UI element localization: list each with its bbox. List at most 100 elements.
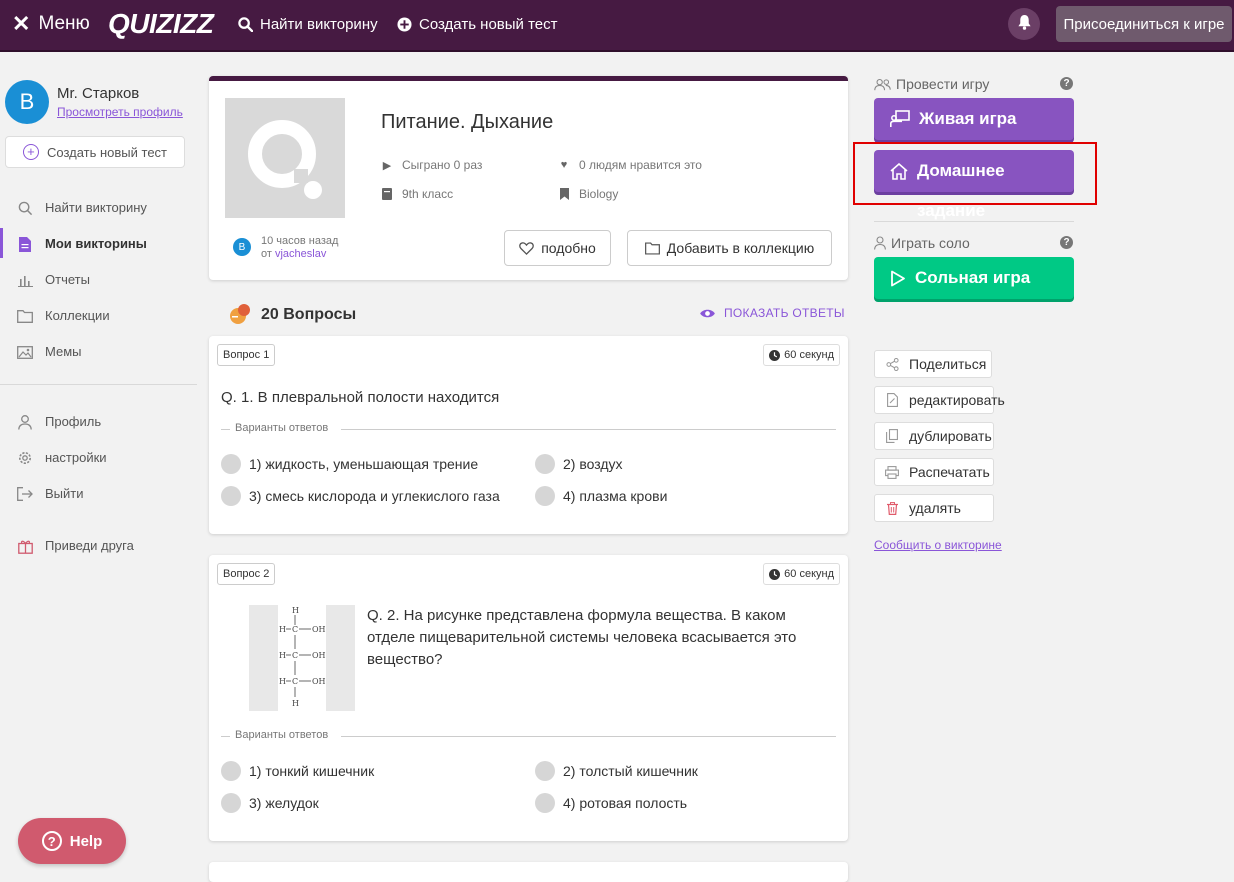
sidebar-item-reports[interactable]: Отчеты: [0, 261, 197, 297]
help-question-icon[interactable]: ?: [1060, 236, 1073, 249]
option-bullet: [535, 454, 555, 474]
sidebar-item-collections[interactable]: Коллекции: [0, 297, 197, 333]
sidebar-item-label: Мои викторины: [45, 235, 147, 251]
menu-label: Меню: [38, 13, 90, 34]
svg-text:C: C: [292, 651, 298, 660]
user-name: Mr. Старков: [57, 85, 140, 102]
presentation-icon: [890, 110, 910, 128]
question-card-next: [209, 862, 848, 882]
svg-text:H: H: [279, 625, 286, 634]
find-quiz-label: Найти викторину: [260, 15, 378, 33]
edit-button[interactable]: редактировать: [874, 386, 1005, 414]
questions-count: 20 Вопросы: [261, 306, 357, 323]
find-quiz-link[interactable]: Найти викторину: [236, 0, 378, 48]
sidebar-item-label: Отчеты: [45, 271, 90, 287]
svg-text:C: C: [292, 677, 298, 686]
option-bullet: [535, 486, 555, 506]
delete-button[interactable]: удалять: [874, 494, 994, 522]
likes-count: ♥ 0 людям нравится это: [558, 158, 702, 172]
sidebar-item-label: Мемы: [45, 343, 82, 359]
question-time-badge: 60 секунд: [763, 563, 840, 585]
question-text: Q. 2. На рисунке представлена формула ве…: [367, 607, 797, 668]
question-number-tag: Вопрос 2: [217, 563, 276, 585]
create-new-test-label: Создать новый тест: [46, 144, 168, 160]
right-panel-divider: [874, 221, 1074, 222]
join-game-button[interactable]: Присоединиться к игре: [1056, 6, 1232, 42]
image-icon: [16, 343, 34, 361]
sidebar-item-invite-friend[interactable]: Приведи друга: [0, 527, 197, 563]
sidebar-item-label: Коллекции: [45, 307, 110, 323]
help-question-icon[interactable]: ?: [1060, 77, 1073, 90]
answer-option: 2) толстый кишечник: [535, 761, 698, 781]
author-link[interactable]: vjacheslav: [275, 248, 326, 260]
author-info: 10 часов назад от vjacheslav: [261, 235, 338, 261]
play-icon: ▶: [382, 159, 392, 172]
sidebar-item-label: Найти викторину: [45, 199, 147, 215]
print-button[interactable]: Распечатать: [874, 458, 994, 486]
gear-icon: [16, 449, 34, 467]
quiz-info-card: Питание. Дыхание ▶ Сыграно 0 раз ♥ 0 люд…: [209, 76, 848, 280]
menu-button[interactable]: ✕ Меню: [12, 0, 90, 48]
plus-circle-icon: +: [22, 144, 39, 160]
close-icon: ✕: [12, 11, 31, 36]
sidebar-item-memes[interactable]: Мемы: [0, 333, 197, 369]
book-icon: [381, 188, 393, 200]
duplicate-button[interactable]: дублировать: [874, 422, 994, 450]
played-count: ▶ Сыграно 0 раз: [382, 158, 483, 172]
live-game-button[interactable]: Живая игра: [874, 98, 1074, 140]
answer-option: 1) жидкость, уменьшающая трение: [221, 454, 478, 474]
search-icon: [16, 199, 34, 217]
svg-text:C: C: [292, 625, 298, 634]
question-card: Вопрос 2 60 секунд H H C OH H C OH H C OH: [209, 555, 848, 841]
option-bullet: [535, 793, 555, 813]
printer-icon: [885, 465, 899, 479]
share-button[interactable]: Поделиться: [874, 350, 992, 378]
bell-icon: [1017, 14, 1032, 35]
solo-game-button[interactable]: Сольная игра: [874, 257, 1074, 299]
by-label: от: [261, 248, 272, 260]
glycerol-structure-image: H H C OH H C OH H C OH H: [279, 606, 326, 708]
like-label: подобно: [541, 240, 596, 256]
notifications-button[interactable]: [1008, 8, 1040, 40]
add-to-collection-label: Добавить в коллекцию: [666, 240, 815, 256]
share-icon: [885, 357, 899, 371]
sidebar-divider: [0, 384, 197, 385]
show-answers-button[interactable]: ПОКАЗАТЬ ОТВЕТЫ: [699, 306, 845, 320]
show-answers-label: ПОКАЗАТЬ ОТВЕТЫ: [724, 306, 845, 320]
answer-options-label: Варианты ответов: [221, 729, 836, 743]
question-card: Вопрос 1 60 секунд Q. 1. В плевральной п…: [209, 336, 848, 534]
clock-icon: [769, 568, 781, 580]
help-label: Help: [69, 832, 103, 850]
svg-text:OH: OH: [312, 625, 326, 634]
help-button[interactable]: ? Help: [18, 818, 126, 864]
sidebar-item-find-quiz[interactable]: Найти викторину: [0, 189, 197, 225]
logout-icon: [16, 485, 34, 503]
sidebar-item-my-quizzes[interactable]: Мои викторины: [0, 225, 197, 261]
play-icon: [890, 270, 906, 287]
svg-text:H: H: [279, 677, 286, 686]
document-icon: [16, 235, 34, 253]
user-avatar[interactable]: B: [5, 80, 49, 124]
create-new-test-button[interactable]: + Создать новый тест: [5, 136, 185, 168]
report-quiz-link[interactable]: Сообщить о викторине: [874, 538, 1002, 552]
folder-icon: [644, 241, 660, 255]
formula-image[interactable]: H H C OH H C OH H C OH H: [249, 605, 355, 711]
like-button[interactable]: подобно: [504, 230, 611, 266]
option-bullet: [221, 761, 241, 781]
sidebar-item-settings[interactable]: настройки: [0, 439, 197, 475]
create-test-link[interactable]: Создать новый тест: [395, 0, 558, 48]
answer-options-label: Варианты ответов: [221, 422, 836, 436]
answer-option: 4) плазма крови: [535, 486, 667, 506]
question-time-badge: 60 секунд: [763, 344, 840, 366]
eye-icon: [699, 308, 716, 319]
quizizz-logo[interactable]: QUIZIZZ: [108, 0, 214, 48]
sidebar-nav-account: Профиль настройки Выйти: [0, 403, 197, 511]
add-to-collection-button[interactable]: Добавить в коллекцию: [627, 230, 832, 266]
bar-chart-icon: [16, 271, 34, 289]
heart-icon: ♥: [560, 159, 568, 171]
gift-icon: [16, 537, 34, 555]
view-profile-link[interactable]: Просмотреть профиль: [57, 105, 183, 119]
sidebar-item-profile[interactable]: Профиль: [0, 403, 197, 439]
sidebar-item-logout[interactable]: Выйти: [0, 475, 197, 511]
sidebar-item-label: настройки: [45, 449, 107, 465]
